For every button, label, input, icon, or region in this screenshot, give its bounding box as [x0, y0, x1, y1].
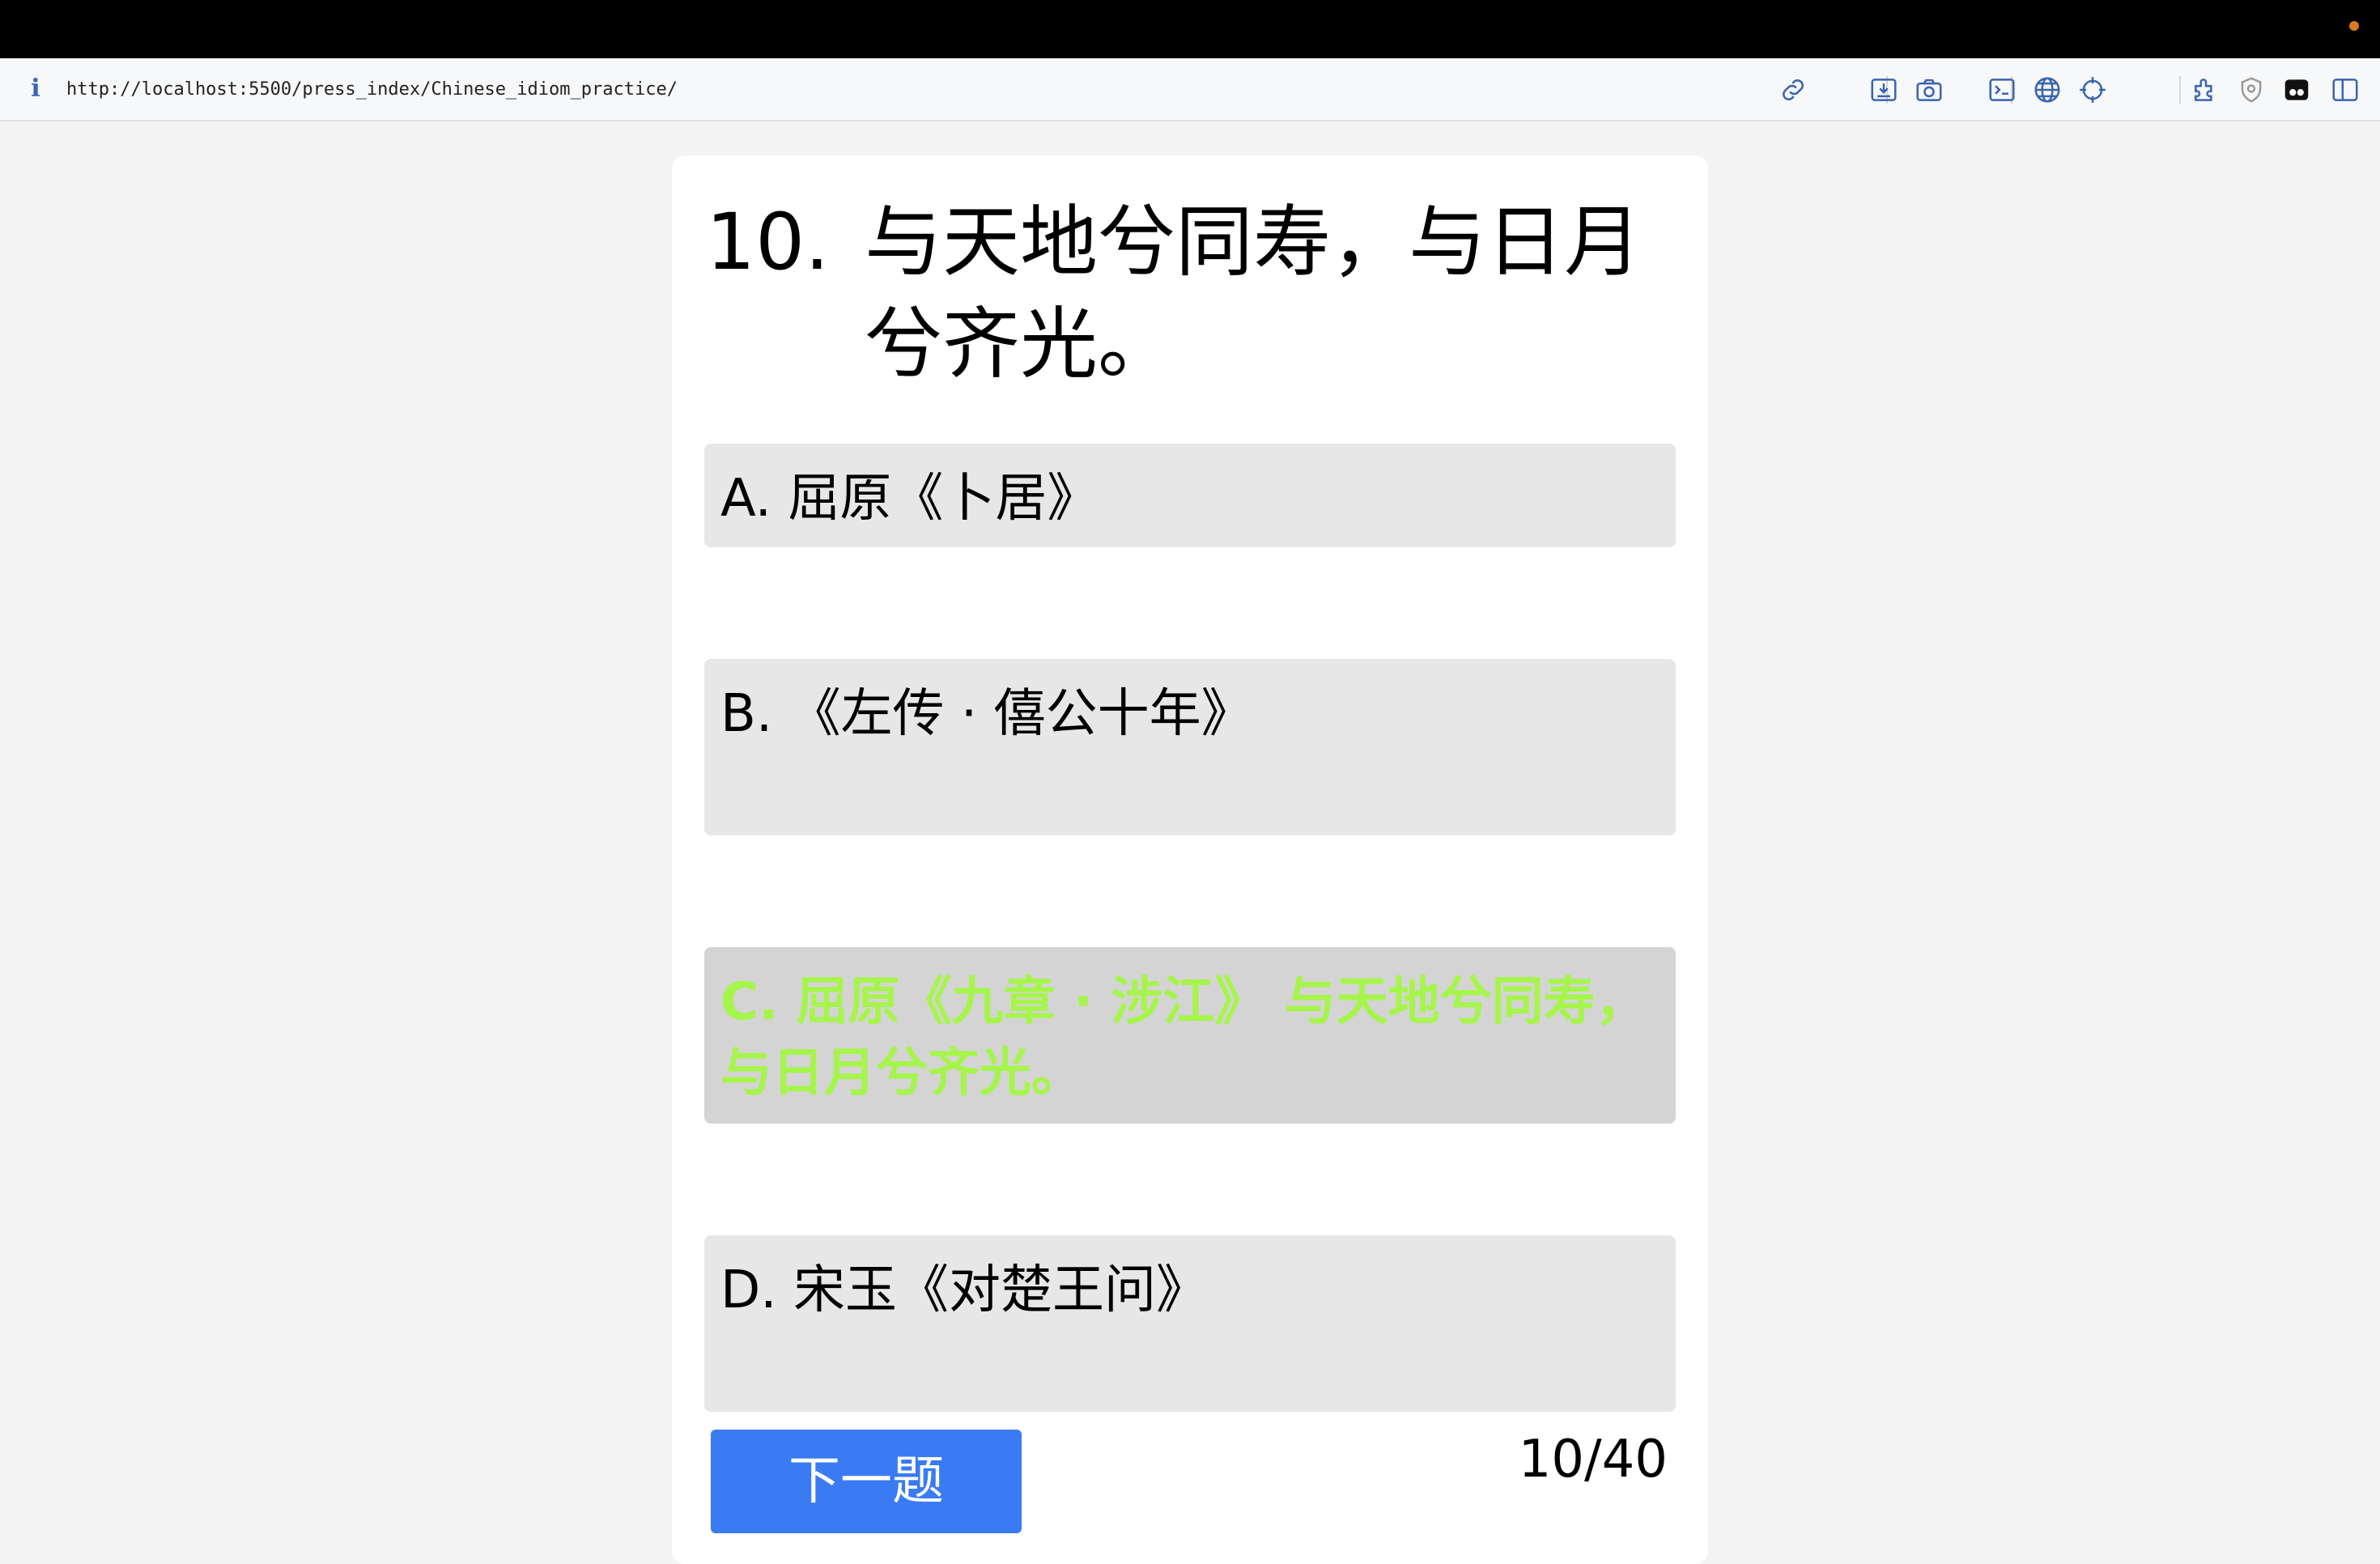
- profile-icon[interactable]: [2281, 74, 2312, 105]
- camera-icon[interactable]: [1914, 74, 1944, 105]
- site-info-icon[interactable]: i: [24, 73, 47, 105]
- question-number: 10.: [706, 197, 830, 287]
- status-indicator-icon: [2349, 21, 2359, 31]
- question-text: 与天地兮同寿，与日月兮齐光。: [865, 197, 1642, 389]
- option-c-correct[interactable]: C. 屈原《九章 · 涉江》 与天地兮同寿，与日月兮齐光。: [704, 947, 1676, 1124]
- option-b[interactable]: B. 《左传 · 僖公十年》: [704, 659, 1676, 835]
- option-d[interactable]: D. 宋玉《对楚王问》: [704, 1235, 1676, 1412]
- url-field[interactable]: http://localhost:5500/press_index/Chines…: [66, 74, 678, 105]
- system-top-bar: [0, 0, 2380, 58]
- terminal-icon[interactable]: [1987, 74, 2017, 105]
- globe-icon[interactable]: [2032, 74, 2063, 105]
- shield-icon[interactable]: [2236, 74, 2267, 105]
- progress-counter: 10/40: [1518, 1430, 1668, 1490]
- sidebar-icon[interactable]: [2330, 74, 2361, 105]
- option-a[interactable]: A. 屈原《卜居》: [704, 444, 1676, 547]
- link-icon[interactable]: [1778, 74, 1808, 105]
- toolbar-divider: [2179, 76, 2181, 104]
- crosshair-icon[interactable]: [2077, 74, 2108, 105]
- browser-address-bar: i http://localhost:5500/press_index/Chin…: [0, 58, 2380, 121]
- quiz-card: 10. 与天地兮同寿，与日月兮齐光。 A. 屈原《卜居》 B. 《左传 · 僖公…: [672, 155, 1708, 1564]
- download-icon[interactable]: [1868, 74, 1899, 105]
- next-question-button[interactable]: 下一题: [711, 1430, 1022, 1533]
- extensions-icon[interactable]: [2191, 74, 2221, 105]
